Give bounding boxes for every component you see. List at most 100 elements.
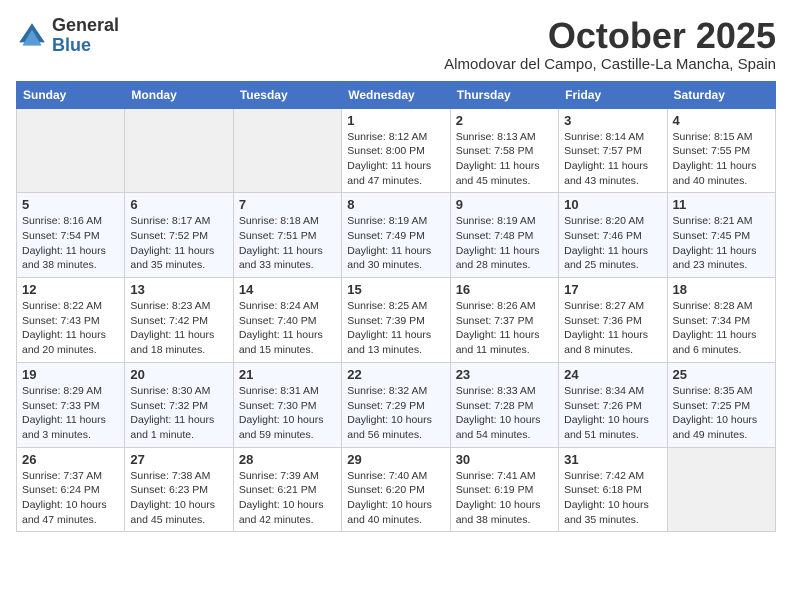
logo-general: General <box>52 16 119 36</box>
logo-icon <box>16 20 48 52</box>
day-cell: 13 Sunrise: 8:23 AMSunset: 7:42 PMDayligh… <box>125 278 233 363</box>
day-info: Sunrise: 8:32 AMSunset: 7:29 PMDaylight:… <box>347 384 444 443</box>
day-cell: 17Sunrise: 8:27 AMSunset: 7:36 PMDayligh… <box>559 278 667 363</box>
day-number: 23 <box>456 367 553 382</box>
calendar-table: SundayMondayTuesdayWednesdayThursdayFrid… <box>16 81 776 533</box>
day-cell: 23Sunrise: 8:33 AMSunset: 7:28 PMDayligh… <box>450 362 558 447</box>
day-info: Sunrise: 7:41 AMSunset: 6:19 PMDaylight:… <box>456 469 553 528</box>
day-info: Sunrise: 8:21 AMSunset: 7:45 PMDaylight:… <box>673 214 770 273</box>
day-info: Sunrise: 8:17 AMSunset: 7:52 PMDaylight:… <box>130 214 227 273</box>
day-number: 2 <box>456 113 553 128</box>
day-info: Sunrise: 8:18 AMSunset: 7:51 PMDaylight:… <box>239 214 336 273</box>
day-number: 13 <box>130 282 227 297</box>
day-cell: 9Sunrise: 8:19 AMSunset: 7:48 PMDaylight… <box>450 193 558 278</box>
day-number: 6 <box>130 197 227 212</box>
day-number: 29 <box>347 452 444 467</box>
day-info: Sunrise: 7:39 AMSunset: 6:21 PMDaylight:… <box>239 469 336 528</box>
day-info: Sunrise: 8:20 AMSunset: 7:46 PMDaylight:… <box>564 214 661 273</box>
day-number: 3 <box>564 113 661 128</box>
day-info: Sunrise: 8:24 AMSunset: 7:40 PMDaylight:… <box>239 299 336 358</box>
day-info: Sunrise: 8:25 AMSunset: 7:39 PMDaylight:… <box>347 299 444 358</box>
day-cell: 1Sunrise: 8:12 AMSunset: 8:00 PMDaylight… <box>342 108 450 193</box>
day-cell: 28 Sunrise: 7:39 AMSunset: 6:21 PMDayligh… <box>233 447 341 532</box>
day-info: Sunrise: 7:37 AMSunset: 6:24 PMDaylight:… <box>22 469 119 528</box>
col-header-wednesday: Wednesday <box>342 81 450 108</box>
day-info: Sunrise: 8:29 AMSunset: 7:33 PMDaylight:… <box>22 384 119 443</box>
day-number: 30 <box>456 452 553 467</box>
week-row-2: 5 Sunrise: 8:16 AMSunset: 7:54 PMDaylight… <box>17 193 776 278</box>
day-number: 17 <box>564 282 661 297</box>
day-cell <box>233 108 341 193</box>
day-cell: 2 Sunrise: 8:13 AMSunset: 7:58 PMDaylight… <box>450 108 558 193</box>
day-number: 19 <box>22 367 119 382</box>
day-cell: 24 Sunrise: 8:34 AMSunset: 7:26 PMDayligh… <box>559 362 667 447</box>
col-header-saturday: Saturday <box>667 81 775 108</box>
day-cell: 14Sunrise: 8:24 AMSunset: 7:40 PMDayligh… <box>233 278 341 363</box>
day-number: 28 <box>239 452 336 467</box>
day-info: Sunrise: 8:35 AMSunset: 7:25 PMDaylight:… <box>673 384 770 443</box>
day-number: 10 <box>564 197 661 212</box>
week-row-4: 19 Sunrise: 8:29 AMSunset: 7:33 PMDayligh… <box>17 362 776 447</box>
day-info: Sunrise: 8:26 AMSunset: 7:37 PMDaylight:… <box>456 299 553 358</box>
day-info: Sunrise: 8:28 AMSunset: 7:34 PMDaylight:… <box>673 299 770 358</box>
day-cell: 29 Sunrise: 7:40 AMSunset: 6:20 PMDayligh… <box>342 447 450 532</box>
day-info: Sunrise: 8:15 AMSunset: 7:55 PMDaylight:… <box>673 130 770 189</box>
day-cell: 21Sunrise: 8:31 AMSunset: 7:30 PMDayligh… <box>233 362 341 447</box>
week-row-5: 26 Sunrise: 7:37 AMSunset: 6:24 PMDayligh… <box>17 447 776 532</box>
month-title: October 2025 <box>444 16 776 56</box>
day-cell: 19 Sunrise: 8:29 AMSunset: 7:33 PMDayligh… <box>17 362 125 447</box>
day-number: 12 <box>22 282 119 297</box>
day-info: Sunrise: 8:31 AMSunset: 7:30 PMDaylight:… <box>239 384 336 443</box>
day-info: Sunrise: 7:42 AMSunset: 6:18 PMDaylight:… <box>564 469 661 528</box>
day-number: 4 <box>673 113 770 128</box>
day-number: 8 <box>347 197 444 212</box>
page-header: General Blue October 2025 Almodovar del … <box>16 16 776 73</box>
day-info: Sunrise: 8:14 AMSunset: 7:57 PMDaylight:… <box>564 130 661 189</box>
day-number: 24 <box>564 367 661 382</box>
day-number: 9 <box>456 197 553 212</box>
day-cell: 31Sunrise: 7:42 AMSunset: 6:18 PMDayligh… <box>559 447 667 532</box>
day-info: Sunrise: 8:34 AMSunset: 7:26 PMDaylight:… <box>564 384 661 443</box>
col-header-sunday: Sunday <box>17 81 125 108</box>
col-header-thursday: Thursday <box>450 81 558 108</box>
day-cell <box>667 447 775 532</box>
title-section: October 2025 Almodovar del Campo, Castil… <box>444 16 776 73</box>
day-cell: 27Sunrise: 7:38 AMSunset: 6:23 PMDayligh… <box>125 447 233 532</box>
day-cell: 18Sunrise: 8:28 AMSunset: 7:34 PMDayligh… <box>667 278 775 363</box>
day-cell: 4 Sunrise: 8:15 AMSunset: 7:55 PMDaylight… <box>667 108 775 193</box>
day-cell <box>17 108 125 193</box>
day-info: Sunrise: 8:23 AMSunset: 7:42 PMDaylight:… <box>130 299 227 358</box>
day-cell: 25 Sunrise: 8:35 AMSunset: 7:25 PMDayligh… <box>667 362 775 447</box>
day-number: 15 <box>347 282 444 297</box>
day-cell: 5 Sunrise: 8:16 AMSunset: 7:54 PMDaylight… <box>17 193 125 278</box>
day-number: 27 <box>130 452 227 467</box>
day-cell: 12Sunrise: 8:22 AMSunset: 7:43 PMDayligh… <box>17 278 125 363</box>
day-info: Sunrise: 7:40 AMSunset: 6:20 PMDaylight:… <box>347 469 444 528</box>
day-number: 11 <box>673 197 770 212</box>
day-cell: 22Sunrise: 8:32 AMSunset: 7:29 PMDayligh… <box>342 362 450 447</box>
day-number: 5 <box>22 197 119 212</box>
day-number: 25 <box>673 367 770 382</box>
day-info: Sunrise: 8:19 AMSunset: 7:49 PMDaylight:… <box>347 214 444 273</box>
header-row: SundayMondayTuesdayWednesdayThursdayFrid… <box>17 81 776 108</box>
day-cell: 16 Sunrise: 8:26 AMSunset: 7:37 PMDayligh… <box>450 278 558 363</box>
day-cell: 15 Sunrise: 8:25 AMSunset: 7:39 PMDayligh… <box>342 278 450 363</box>
day-info: Sunrise: 8:16 AMSunset: 7:54 PMDaylight:… <box>22 214 119 273</box>
day-info: Sunrise: 8:13 AMSunset: 7:58 PMDaylight:… <box>456 130 553 189</box>
day-cell: 10 Sunrise: 8:20 AMSunset: 7:46 PMDayligh… <box>559 193 667 278</box>
day-number: 26 <box>22 452 119 467</box>
logo-blue: Blue <box>52 36 119 56</box>
week-row-3: 12Sunrise: 8:22 AMSunset: 7:43 PMDayligh… <box>17 278 776 363</box>
day-cell: 30 Sunrise: 7:41 AMSunset: 6:19 PMDayligh… <box>450 447 558 532</box>
day-number: 16 <box>456 282 553 297</box>
day-number: 7 <box>239 197 336 212</box>
day-cell: 7 Sunrise: 8:18 AMSunset: 7:51 PMDaylight… <box>233 193 341 278</box>
day-cell: 6 Sunrise: 8:17 AMSunset: 7:52 PMDaylight… <box>125 193 233 278</box>
day-info: Sunrise: 8:30 AMSunset: 7:32 PMDaylight:… <box>130 384 227 443</box>
day-cell <box>125 108 233 193</box>
logo: General Blue <box>16 16 119 56</box>
day-info: Sunrise: 8:12 AMSunset: 8:00 PMDaylight:… <box>347 130 444 189</box>
col-header-friday: Friday <box>559 81 667 108</box>
day-cell: 20 Sunrise: 8:30 AMSunset: 7:32 PMDayligh… <box>125 362 233 447</box>
day-number: 20 <box>130 367 227 382</box>
